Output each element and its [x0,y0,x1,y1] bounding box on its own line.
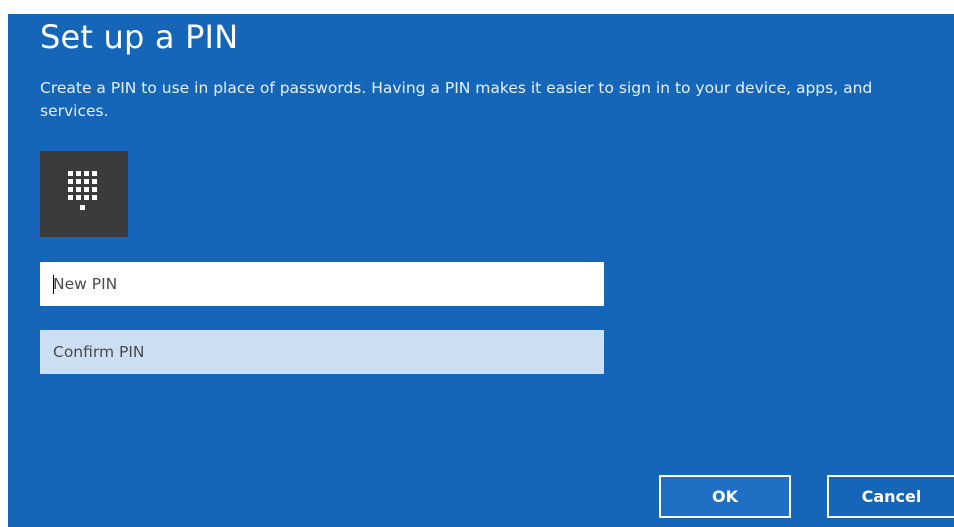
new-pin-input[interactable] [40,262,604,306]
setup-pin-dialog: Set up a PIN Create a PIN to use in plac… [8,14,954,527]
text-caret [53,275,54,294]
dialog-title: Set up a PIN [40,18,239,56]
cancel-button[interactable]: Cancel [827,475,954,518]
confirm-pin-input[interactable] [40,330,604,374]
keypad-icon [40,151,128,237]
dialog-description: Create a PIN to use in place of password… [40,79,873,120]
ok-button[interactable]: OK [659,475,791,518]
